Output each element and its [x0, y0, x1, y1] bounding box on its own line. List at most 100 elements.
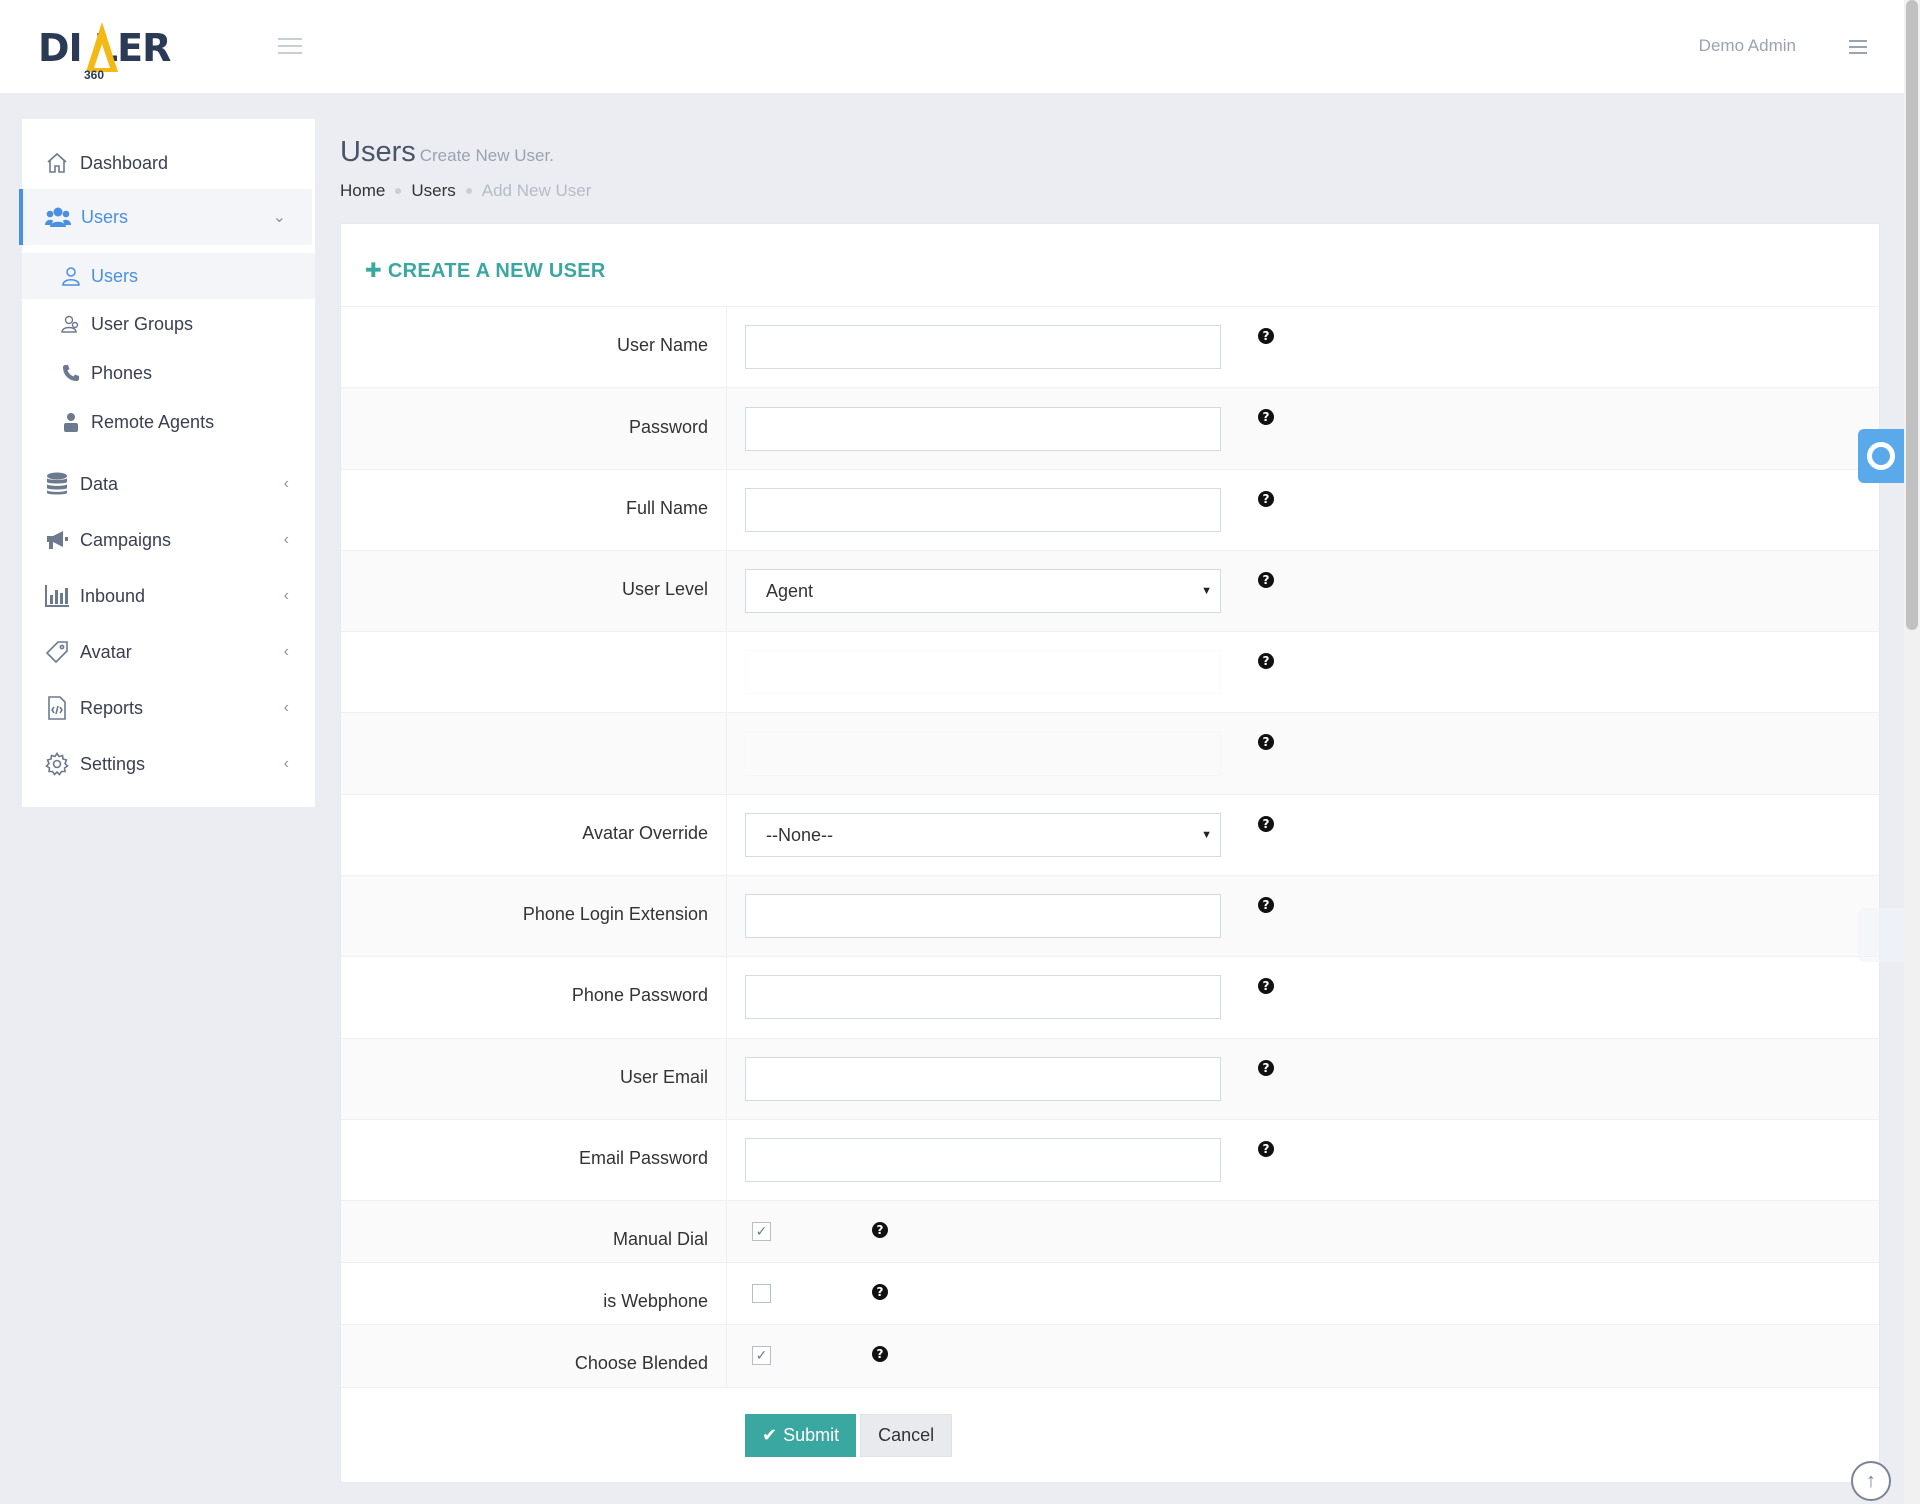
breadcrumb-current: Add New User — [481, 181, 592, 200]
help-icon[interactable]: ? — [1258, 734, 1274, 750]
chat-widget-button[interactable] — [1858, 908, 1904, 962]
bar-chart-icon — [44, 583, 70, 609]
choose-blended-checkbox[interactable]: ✓ — [752, 1346, 771, 1365]
page-title: Users Create New User. — [340, 136, 554, 168]
user-level-select[interactable]: Agent ▼ — [745, 569, 1221, 613]
scrollbar[interactable] — [1904, 0, 1920, 1504]
scroll-to-top-icon[interactable]: ↑ — [1851, 1461, 1891, 1501]
help-icon[interactable]: ? — [1258, 1060, 1274, 1076]
caret-down-icon: ▼ — [1201, 585, 1212, 597]
chevron-left-icon: ‹ — [283, 587, 289, 604]
chevron-left-icon: ‹ — [283, 531, 289, 548]
email-password-input[interactable] — [745, 1138, 1221, 1182]
help-icon[interactable]: ? — [1258, 897, 1274, 913]
help-icon[interactable]: ? — [1258, 653, 1274, 669]
card-heading: ✚ CREATE A NEW USER — [365, 260, 606, 282]
help-icon[interactable]: ? — [872, 1222, 888, 1238]
chevron-down-icon: ⌄ — [272, 209, 286, 226]
choose-blended-label: Choose Blended — [574, 1353, 708, 1373]
phone-password-input[interactable] — [745, 975, 1221, 1019]
megaphone-icon — [44, 527, 70, 553]
hidden-select — [745, 732, 1221, 776]
users-icon — [45, 204, 71, 230]
submit-button[interactable]: ✔ Submit — [745, 1414, 857, 1457]
user-group-icon — [60, 313, 82, 335]
full-name-input[interactable] — [745, 488, 1221, 532]
sidebar-toggle-icon[interactable] — [278, 38, 302, 56]
sidebar-item-dashboard[interactable]: Dashboard — [22, 135, 315, 191]
chevron-left-icon: ‹ — [283, 699, 289, 716]
sidebar-item-avatar[interactable]: Avatar ‹ — [22, 624, 315, 680]
help-icon[interactable]: ? — [1258, 1141, 1274, 1157]
agent-icon — [60, 411, 82, 433]
help-icon[interactable]: ? — [1258, 978, 1274, 994]
email-password-label: Email Password — [578, 1148, 708, 1168]
user-name-label: User Name — [616, 335, 708, 355]
manual-dial-checkbox[interactable]: ✓ — [752, 1222, 771, 1241]
avatar-override-label: Avatar Override — [582, 823, 708, 843]
lifebuoy-icon — [1867, 442, 1895, 470]
form-row-choose-blended: Choose Blended ✓ ? — [341, 1325, 1879, 1388]
sidebar-subitem-users[interactable]: Users — [22, 253, 315, 299]
form-row-password: Password ? — [341, 388, 1879, 470]
help-icon[interactable]: ? — [872, 1346, 888, 1362]
form-row-full-name: Full Name ? — [341, 470, 1879, 551]
user-email-label: User Email — [619, 1067, 708, 1087]
help-icon[interactable]: ? — [1258, 491, 1274, 507]
form-row-hidden-1: ? — [341, 632, 1879, 713]
user-name-input[interactable] — [745, 325, 1221, 369]
form-row-email-password: Email Password ? — [341, 1120, 1879, 1201]
help-widget-button[interactable] — [1858, 429, 1904, 483]
sidebar-item-campaigns[interactable]: Campaigns ‹ — [22, 512, 315, 568]
sidebar-item-users[interactable]: Users ⌄ — [19, 189, 312, 245]
dialer-logo[interactable]: DI LER 360 — [38, 22, 178, 82]
form-row-user-email: User Email ? — [341, 1039, 1879, 1120]
help-icon[interactable]: ? — [1258, 409, 1274, 425]
report-icon — [44, 695, 70, 721]
breadcrumb-home[interactable]: Home — [340, 181, 385, 201]
sidebar-item-reports[interactable]: Reports ‹ — [22, 680, 315, 736]
form-actions: ✔ Submit Cancel — [745, 1414, 953, 1457]
chevron-left-icon: ‹ — [283, 643, 289, 660]
user-email-input[interactable] — [745, 1057, 1221, 1101]
sidebar-subitem-user-groups[interactable]: User Groups — [22, 301, 315, 347]
is-webphone-label: is Webphone — [603, 1291, 708, 1311]
chevron-left-icon: ‹ — [283, 475, 289, 492]
sidebar-subitem-remote-agents[interactable]: Remote Agents — [22, 399, 315, 445]
full-name-label: Full Name — [625, 498, 708, 518]
phone-login-input[interactable] — [745, 894, 1221, 938]
chevron-left-icon: ‹ — [283, 755, 289, 772]
phone-login-label: Phone Login Extension — [522, 904, 708, 924]
gear-icon — [44, 751, 70, 777]
help-icon[interactable]: ? — [1258, 572, 1274, 588]
user-name[interactable]: Demo Admin — [1699, 36, 1796, 56]
avatar-override-select[interactable]: --None-- ▼ — [745, 813, 1221, 857]
database-icon — [44, 471, 70, 497]
menu-icon[interactable] — [1849, 40, 1867, 56]
help-icon[interactable]: ? — [1258, 328, 1274, 344]
form-row-hidden-2: ? — [341, 713, 1879, 795]
plus-icon: ✚ — [365, 260, 383, 282]
cancel-button[interactable]: Cancel — [860, 1414, 953, 1457]
breadcrumb: Home Users Add New User — [340, 181, 591, 201]
tag-icon — [44, 639, 70, 665]
hidden-select — [745, 650, 1221, 694]
form-row-is-webphone: is Webphone ? — [341, 1263, 1879, 1325]
help-icon[interactable]: ? — [1258, 816, 1274, 832]
password-label: Password — [628, 417, 708, 437]
scrollbar-thumb[interactable] — [1906, 0, 1918, 630]
sidebar-item-inbound[interactable]: Inbound ‹ — [22, 568, 315, 624]
sidebar-item-data[interactable]: Data ‹ — [22, 456, 315, 512]
form-row-user-name: User Name ? — [341, 307, 1879, 388]
breadcrumb-users[interactable]: Users — [411, 181, 455, 201]
is-webphone-checkbox[interactable] — [752, 1284, 771, 1303]
create-user-card: ✚ CREATE A NEW USER User Name ? Password… — [340, 223, 1880, 1483]
help-icon[interactable]: ? — [872, 1284, 888, 1300]
user-icon — [60, 265, 82, 287]
sidebar-subitem-phones[interactable]: Phones — [22, 350, 315, 396]
home-icon — [44, 150, 70, 176]
logo-subtext: 360 — [84, 68, 105, 82]
caret-down-icon: ▼ — [1201, 829, 1212, 841]
password-input[interactable] — [745, 407, 1221, 451]
sidebar-item-settings[interactable]: Settings ‹ — [22, 736, 315, 792]
